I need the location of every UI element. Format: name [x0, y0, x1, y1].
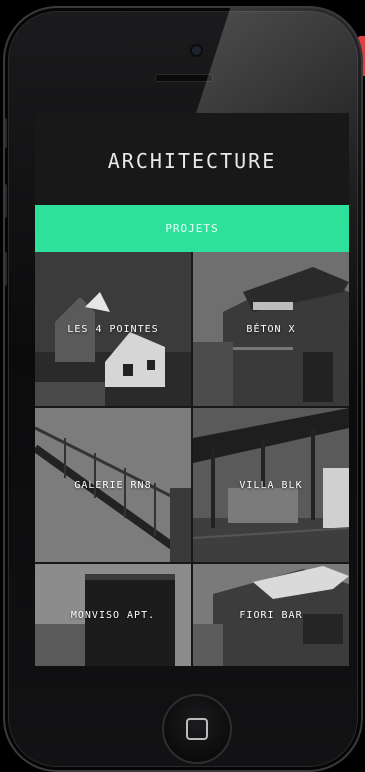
app-screen: ARCHITECTURE PROJETS LES 4 POINTES BÉTON…: [35, 113, 349, 666]
app-title: ARCHITECTURE: [107, 149, 277, 173]
project-label: VILLA BLK: [239, 479, 303, 491]
earpiece-speaker: [155, 74, 213, 82]
home-button-icon[interactable]: [162, 694, 232, 764]
project-tile-fiori-bar[interactable]: FIORI BAR: [193, 564, 349, 666]
project-tile-villa-blk[interactable]: VILLA BLK: [193, 408, 349, 562]
project-label: BÉTON X: [246, 323, 296, 335]
mute-switch: [5, 118, 7, 148]
volume-down-button: [5, 252, 7, 286]
project-label: GALERIE RN8: [74, 479, 152, 491]
project-tile-beton-x[interactable]: BÉTON X: [193, 252, 349, 406]
tab-projets[interactable]: PROJETS: [35, 205, 349, 252]
home-square-icon: [186, 718, 208, 740]
project-tile-les-4-pointes[interactable]: LES 4 POINTES: [35, 252, 191, 406]
project-tile-monviso-apt[interactable]: MONVISO APT.: [35, 564, 191, 666]
front-camera-icon: [192, 46, 201, 55]
project-label: FIORI BAR: [239, 609, 303, 621]
project-grid: LES 4 POINTES BÉTON X GALERIE RN8 VILLA …: [35, 252, 349, 666]
project-tile-galerie-rn8[interactable]: GALERIE RN8: [35, 408, 191, 562]
project-label: LES 4 POINTES: [67, 323, 159, 335]
volume-up-button: [5, 184, 7, 218]
project-label: MONVISO APT.: [70, 609, 156, 621]
tab-label: PROJETS: [165, 222, 219, 235]
